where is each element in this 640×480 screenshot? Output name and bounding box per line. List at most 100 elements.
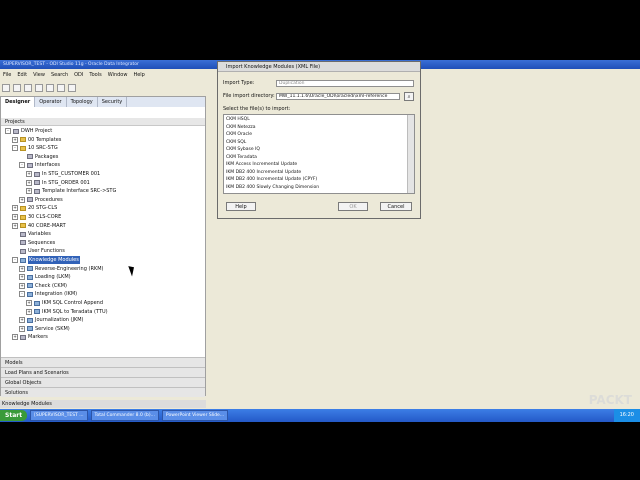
file-list[interactable]: CKM HSQL CKM Netezza CKM Oracle CKM SQL CKM … (223, 114, 415, 194)
tree-node[interactable]: - Integration (IKM) (19, 290, 77, 298)
collapse-icon[interactable]: - (12, 257, 18, 263)
collapse-icon[interactable]: - (5, 128, 11, 134)
expand-icon[interactable]: + (26, 308, 32, 315)
tab-topology[interactable]: Topology (67, 97, 98, 107)
file-list-item[interactable]: CKM SQL (226, 140, 246, 146)
save-icon[interactable] (13, 84, 21, 92)
object-icon (13, 128, 19, 134)
tree-node[interactable]: + Loading (LKM) (19, 273, 71, 281)
file-list-scrollbar[interactable] (407, 115, 414, 193)
tab-operator[interactable]: Operator (35, 97, 67, 107)
file-list-item[interactable]: IKM DB2 400 Incremental Update (226, 170, 301, 176)
cut-icon[interactable] (35, 84, 43, 92)
tree-node[interactable]: + Reverse-Engineering (RKM) (19, 265, 103, 273)
task-total-commander[interactable]: Total Commander 8.0 (b)... (90, 410, 159, 421)
tree-node[interactable]: + Check (CKM) (19, 282, 67, 290)
file-list-item[interactable]: CKM Sybase IQ (226, 147, 260, 153)
dir-input[interactable]: MW_11.1.1.6\Oracle_ODI\oracledi\xml-refe… (276, 93, 400, 100)
file-list-item[interactable]: IKM Access Incremental Update (226, 162, 297, 168)
collapse-icon[interactable]: - (19, 291, 25, 298)
expand-icon[interactable]: + (12, 334, 18, 341)
menu-tools[interactable]: Tools (89, 70, 101, 80)
tree-node[interactable]: - DWH Project (5, 127, 52, 135)
tree-node[interactable]: Packages (19, 153, 58, 161)
expand-icon[interactable]: + (19, 265, 25, 272)
accordion-solutions[interactable]: Solutions (1, 387, 205, 397)
tree-node[interactable]: + IKM SQL to Teradata (TTU) (26, 308, 108, 316)
help-button[interactable]: Help (226, 202, 256, 211)
run-icon[interactable] (68, 84, 76, 92)
knowledge-module-icon (27, 274, 33, 280)
expand-icon[interactable]: + (12, 222, 18, 229)
expand-icon[interactable]: + (26, 179, 32, 186)
tree-node[interactable]: - Interfaces (19, 161, 60, 169)
copy-icon[interactable] (46, 84, 54, 92)
tree-node[interactable]: + IKM SQL Control Append (26, 299, 103, 307)
expand-icon[interactable]: + (12, 214, 18, 220)
tree-node[interactable]: + Journalization (JKM) (19, 316, 84, 324)
tab-security[interactable]: Security (98, 97, 128, 107)
file-list-item[interactable]: IKM DB2 400 Slowly Changing Dimension (226, 185, 319, 191)
expand-icon[interactable]: + (26, 300, 32, 306)
tree-node[interactable]: + In STG_ORDER 001 (26, 179, 90, 187)
tree-node[interactable]: - 10 SRC-STG (12, 144, 58, 152)
menu-search[interactable]: Search (51, 70, 68, 80)
object-icon (27, 197, 33, 203)
tree-node[interactable]: + Template Interface SRC->STG (26, 187, 116, 195)
task-powerpoint[interactable]: PowerPoint Viewer Slide... (161, 410, 229, 421)
file-list-item[interactable]: CKM Netezza (226, 125, 256, 131)
tree-node[interactable]: User Functions (12, 247, 65, 255)
collapse-icon[interactable]: - (12, 145, 18, 152)
designer-panel: Designer Operator Topology Security Proj… (0, 96, 206, 397)
tree-node[interactable]: + In STG_CUSTOMER 001 (26, 170, 100, 178)
tree-node[interactable]: + Procedures (19, 196, 63, 204)
tree-node[interactable]: +30 CLS-CORE (12, 213, 61, 221)
menu-help[interactable]: Help (133, 70, 144, 80)
projects-header[interactable]: Projects (1, 118, 205, 126)
menu-edit[interactable]: Edit (17, 70, 27, 80)
tree-node[interactable]: +40 CORE-MART (12, 222, 66, 230)
tree-node-label: Integration (IKM) (35, 291, 78, 298)
tree-node[interactable]: + Service (SKM) (19, 325, 70, 333)
accordion-models[interactable]: Models (1, 357, 205, 367)
start-button[interactable]: Start (0, 410, 28, 421)
cancel-button[interactable]: Cancel (380, 202, 412, 211)
search-icon[interactable]: ⌕ (404, 92, 414, 101)
task-odi[interactable]: [SUPERVISOR_TEST ... (30, 410, 88, 421)
expand-icon[interactable]: + (12, 136, 18, 143)
folder-icon (20, 214, 26, 220)
packt-watermark: PACKT (588, 393, 632, 407)
ok-button[interactable]: OK (338, 202, 368, 211)
menu-file[interactable]: File (3, 70, 11, 80)
expand-icon[interactable]: + (19, 196, 25, 203)
tree-node[interactable]: + Markers (12, 333, 48, 341)
menu-odi[interactable]: ODI (74, 70, 83, 80)
file-list-item[interactable]: CKM Teradata (226, 155, 257, 161)
paste-icon[interactable] (57, 84, 65, 92)
tree-node[interactable]: - Knowledge Modules (12, 256, 80, 264)
tree-node[interactable]: Variables (12, 230, 51, 238)
menu-window[interactable]: Window (108, 70, 128, 80)
tree-node-label: 00 Templates (28, 136, 62, 143)
new-icon[interactable] (2, 84, 10, 92)
expand-icon[interactable]: + (26, 188, 32, 195)
accordion-load-plans[interactable]: Load Plans and Scenarios (1, 367, 205, 377)
accordion-global-objects[interactable]: Global Objects (1, 377, 205, 387)
expand-icon[interactable]: + (19, 317, 25, 324)
tab-designer[interactable]: Designer (1, 97, 36, 107)
expand-icon[interactable]: + (12, 205, 18, 212)
file-list-item[interactable]: IKM DB2 400 Incremental Update (CPYF) (226, 177, 317, 183)
tree-node[interactable]: Sequences (12, 239, 55, 247)
save-all-icon[interactable] (24, 84, 32, 92)
tree-node[interactable]: +00 Templates (12, 136, 61, 144)
expand-icon[interactable]: + (19, 282, 25, 289)
collapse-icon[interactable]: - (19, 162, 25, 169)
expand-icon[interactable]: + (19, 274, 25, 281)
menu-view[interactable]: View (33, 70, 45, 80)
file-list-item[interactable]: CKM Oracle (226, 132, 252, 138)
expand-icon[interactable]: + (19, 325, 25, 332)
expand-icon[interactable]: + (26, 171, 32, 177)
tree-node[interactable]: +20 STG-CLS (12, 204, 57, 212)
import-type-select[interactable]: Duplication (276, 80, 414, 87)
file-list-item[interactable]: CKM HSQL (226, 117, 250, 123)
